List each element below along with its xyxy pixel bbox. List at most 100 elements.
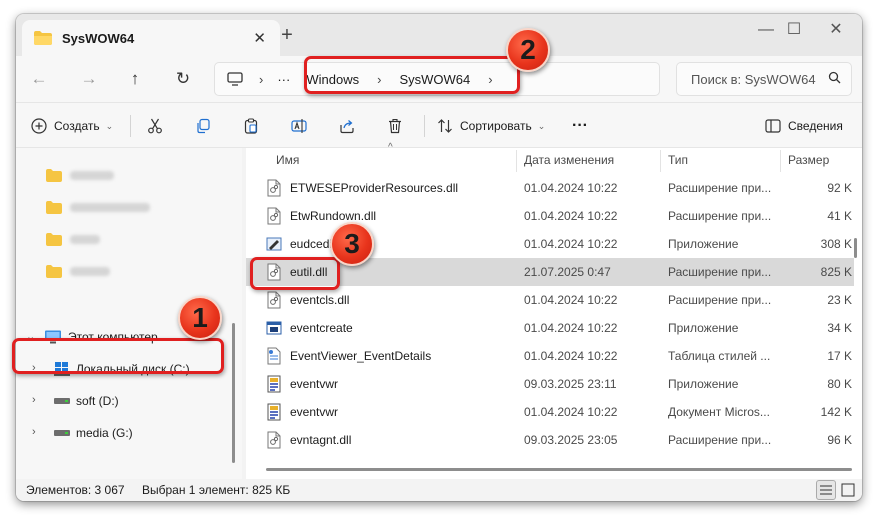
file-size: 34 K [827,321,852,335]
nav-item-drive-g[interactable]: › media (G:) [16,420,242,446]
tab-close-icon[interactable]: ✕ [253,29,266,47]
file-size: 17 K [827,349,852,363]
file-date: 01.04.2024 10:22 [524,321,618,335]
nav-scrollbar[interactable] [232,323,235,463]
delete-button[interactable] [386,114,404,138]
chevron-right-icon: › [259,71,264,87]
details-view-button[interactable] [816,480,836,500]
drive-icon [54,430,70,436]
back-arrow-icon[interactable]: ← [24,64,54,94]
file-size: 825 K [820,265,852,279]
tab-syswow64[interactable]: SysWOW64 ✕ [22,20,280,56]
file-row[interactable]: EventViewer_EventDetails 01.04.2024 10:22… [246,342,854,370]
folder-icon [34,31,52,45]
sort-button[interactable]: Сортировать ⌄ [436,114,545,138]
clipboard-icon [242,117,260,135]
file-name: EventViewer_EventDetails [290,349,432,363]
nav-item-blurred-folder[interactable] [16,194,242,220]
scissors-icon [146,117,164,135]
callout-badge-1: 1 [178,296,222,340]
file-name-cell: eventvwr [266,398,514,426]
forward-arrow-icon[interactable]: → [74,64,104,94]
chevron-right-icon[interactable]: › [32,426,36,438]
file-row[interactable]: eventcreate 01.04.2024 10:22 Приложение 34 … [246,314,854,342]
file-row[interactable]: EtwRundown.dll 01.04.2024 10:22 Расширение… [246,202,854,230]
file-type: Приложение [668,321,739,335]
file-name: ETWESEProviderResources.dll [290,181,459,195]
up-arrow-icon[interactable]: ↑ [120,64,150,94]
drive-icon [54,398,70,404]
column-header-size[interactable]: Размер [788,148,829,172]
title-bar: SysWOW64 ✕ + — ☐ ✕ [16,14,862,56]
file-list: ^ Имя Дата изменения Тип Размер ETWESEPr… [246,142,862,479]
dll-icon [266,207,282,225]
nav-item-blurred-folder[interactable] [16,258,242,284]
column-divider[interactable] [516,150,517,172]
file-type: Расширение при... [668,181,772,195]
drive-g-label: media (G:) [76,426,133,440]
search-input[interactable]: Поиск в: SysWOW64 [676,62,852,96]
more-options-button[interactable]: ··· [572,114,588,138]
file-name-cell: eventcls.dll [266,286,514,314]
column-header-date[interactable]: Дата изменения [524,148,614,172]
blurred-label [70,202,150,212]
nav-item-drive-d[interactable]: › soft (D:) [16,388,242,414]
new-tab-button[interactable]: + [274,24,300,47]
share-button[interactable] [338,114,356,138]
highlight-drive-c [12,338,224,374]
column-divider[interactable] [660,150,661,172]
tiles-view-icon [841,483,855,497]
file-name-cell: eudcedit [266,230,514,258]
file-size: 92 K [827,181,852,195]
copy-button[interactable] [194,114,212,138]
copy-icon [194,117,212,135]
rename-button[interactable] [290,114,308,138]
create-button[interactable]: Создать ⌄ [30,114,113,138]
search-icon [828,71,841,87]
breadcrumb-more[interactable]: ··· [277,72,290,87]
column-divider[interactable] [780,150,781,172]
dll-icon [266,179,282,197]
vertical-scrollbar[interactable] [854,238,857,258]
column-header-type[interactable]: Тип [668,148,688,172]
cut-button[interactable] [146,114,164,138]
column-header-name[interactable]: Имя [276,148,299,172]
sort-ascending-icon: ^ [388,142,393,153]
file-date: 01.04.2024 10:22 [524,209,618,223]
horizontal-scrollbar[interactable] [266,468,852,471]
file-date: 09.03.2025 23:11 [524,377,617,391]
file-row[interactable]: ETWESEProviderResources.dll 01.04.2024 10… [246,174,854,202]
file-date: 01.04.2024 10:22 [524,181,618,195]
blurred-label [70,266,110,276]
blurred-label [70,170,114,180]
nav-item-blurred-folder[interactable] [16,162,242,188]
app-pen-icon [266,235,282,253]
paste-button[interactable] [242,114,260,138]
tiles-view-button[interactable] [838,480,858,500]
details-pane-button[interactable]: Сведения [764,114,843,138]
file-size: 23 K [827,293,852,307]
file-row[interactable]: eventvwr 01.04.2024 10:22 Документ Micros.… [246,398,854,426]
file-type: Расширение при... [668,265,772,279]
file-size: 41 K [827,209,852,223]
file-name: eventcreate [290,321,353,335]
refresh-icon[interactable]: ↻ [168,64,198,94]
file-type: Документ Micros... [668,405,770,419]
file-row[interactable]: evntagnt.dll 09.03.2025 23:05 Расширение п… [246,426,854,454]
folder-icon [46,232,62,246]
file-type: Расширение при... [668,293,772,307]
nav-item-blurred-folder[interactable] [16,226,242,252]
trash-icon [386,117,404,135]
highlight-eutil-dll [250,257,340,290]
file-name: eventcls.dll [290,293,350,307]
file-row[interactable]: eventcls.dll 01.04.2024 10:22 Расширение п… [246,286,854,314]
blurred-label [70,234,100,244]
monitor-icon [227,72,243,86]
close-window-button[interactable]: ✕ [818,18,854,42]
file-date: 01.04.2024 10:22 [524,293,618,307]
file-name-cell: evntagnt.dll [266,426,514,454]
chevron-right-icon[interactable]: › [32,394,36,406]
file-row[interactable]: eventvwr 09.03.2025 23:11 Приложение 80 K [246,370,854,398]
highlight-breadcrumb [304,56,520,94]
maximize-button[interactable]: ☐ [776,18,812,42]
